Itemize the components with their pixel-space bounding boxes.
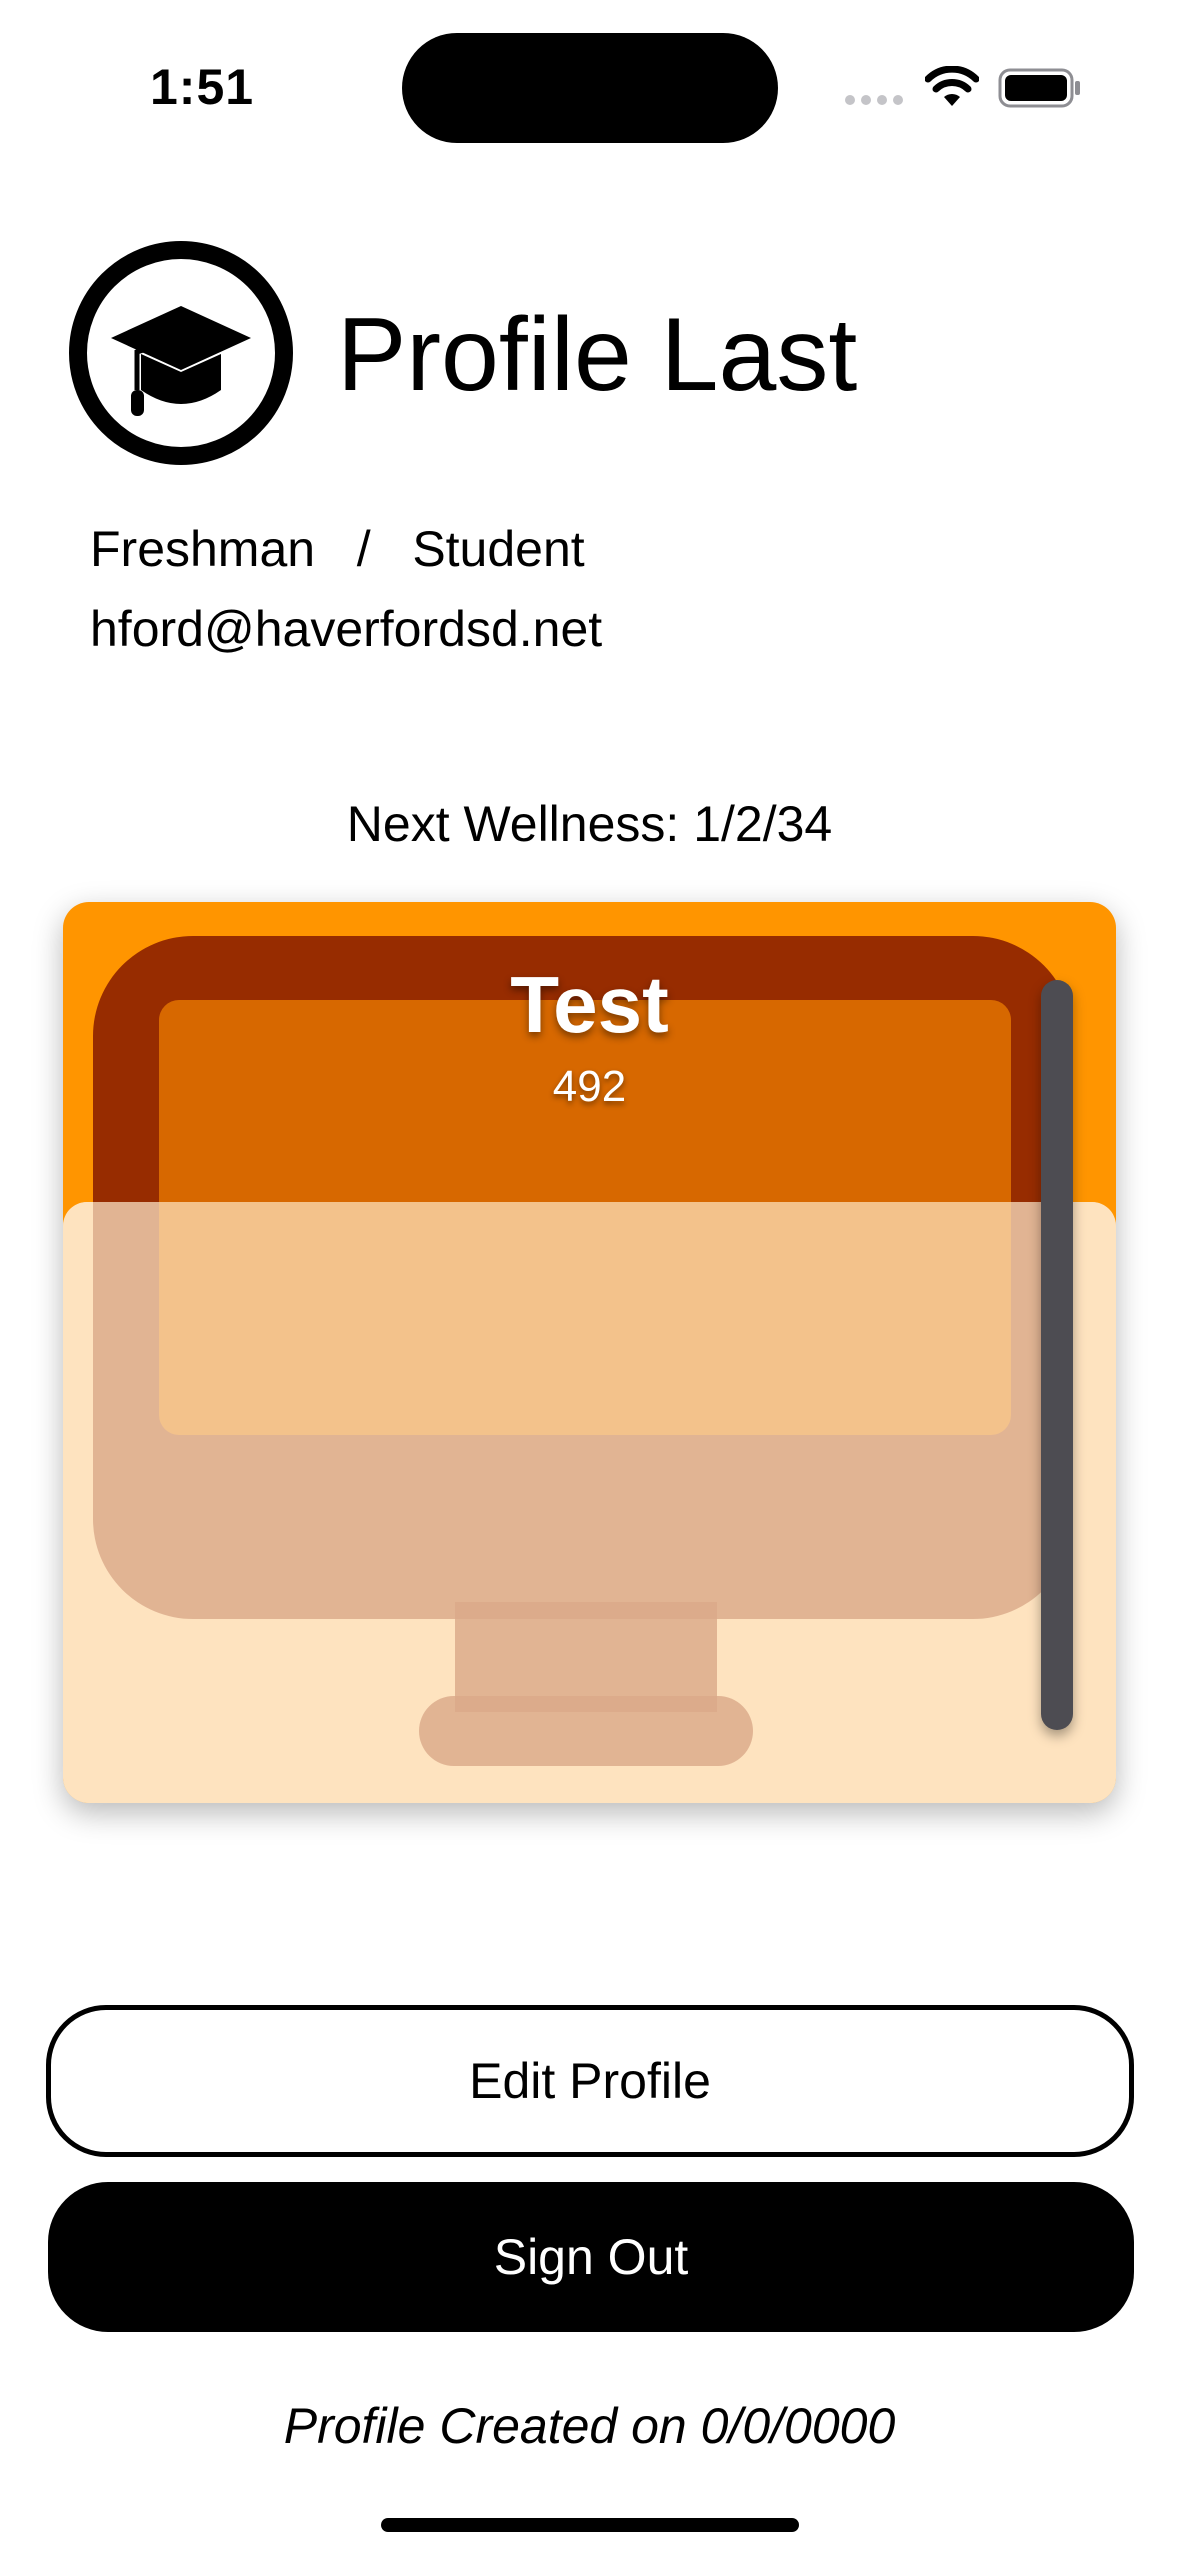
cellular-signal-icon xyxy=(845,95,903,105)
graduation-cap-icon xyxy=(69,241,293,465)
wifi-icon xyxy=(925,66,979,106)
profile-created-text: Profile Created on 0/0/0000 xyxy=(283,2398,896,2454)
sign-out-button[interactable]: Sign Out xyxy=(48,2182,1134,2332)
dynamic-island xyxy=(402,33,778,143)
grade-role-text: Freshman / Student xyxy=(90,521,585,577)
battery-icon xyxy=(998,68,1080,108)
edit-profile-button[interactable]: Edit Profile xyxy=(46,2005,1134,2157)
status-time: 1:51 xyxy=(150,59,255,115)
card-title: Test xyxy=(510,960,669,1049)
card-value: 492 xyxy=(552,1062,627,1111)
next-wellness-label: Next Wellness: 1/2/34 xyxy=(346,796,833,852)
email-text: hford@haverfordsd.net xyxy=(90,601,603,657)
home-indicator[interactable] xyxy=(381,2518,799,2532)
wellness-card[interactable]: Test 492 xyxy=(63,902,1116,1803)
profile-name: Profile Last xyxy=(337,297,858,413)
